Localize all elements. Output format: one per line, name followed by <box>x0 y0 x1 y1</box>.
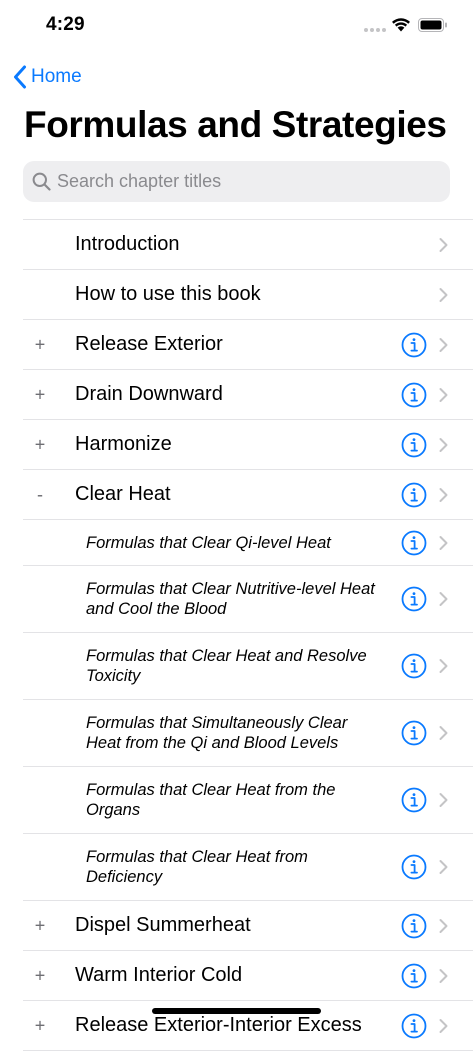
status-bar: 4:29 <box>0 0 473 50</box>
row-title: Formulas that Clear Qi-level Heat <box>86 533 331 552</box>
chevron-right-icon <box>439 918 448 933</box>
info-icon[interactable] <box>401 720 427 746</box>
expand-toggle[interactable]: + <box>33 915 47 936</box>
info-icon[interactable] <box>401 382 427 408</box>
info-icon[interactable] <box>401 787 427 813</box>
chapter-list: Introduction How to use this book + Rele… <box>23 219 473 1051</box>
row-title: Formulas that Clear Heat from Deficiency <box>86 848 308 886</box>
chevron-right-icon <box>439 860 448 874</box>
chevron-right-icon <box>439 487 448 502</box>
list-item-introduction[interactable]: Introduction <box>23 220 473 270</box>
info-icon[interactable] <box>401 432 427 458</box>
chevron-right-icon <box>439 659 448 673</box>
list-item-how-to-use[interactable]: How to use this book <box>23 270 473 320</box>
info-icon[interactable] <box>401 482 427 508</box>
cellular-signal-icon <box>364 28 386 32</box>
info-icon[interactable] <box>401 530 427 556</box>
info-icon[interactable] <box>401 963 427 989</box>
row-title: Harmonize <box>75 433 172 455</box>
list-item-warm-interior-cold[interactable]: + Warm Interior Cold <box>23 951 473 1001</box>
back-button[interactable]: Home <box>13 62 82 92</box>
list-item-harmonize[interactable]: + Harmonize <box>23 420 473 470</box>
list-item-clear-heat[interactable]: - Clear Heat <box>23 470 473 520</box>
chevron-right-icon <box>439 237 448 252</box>
chevron-right-icon <box>439 1018 448 1033</box>
chevron-right-icon <box>439 726 448 740</box>
list-item-sub-organs[interactable]: Formulas that Clear Heat from the Organs <box>23 767 473 834</box>
chevron-right-icon <box>439 387 448 402</box>
chevron-right-icon <box>439 535 448 550</box>
list-item-dispel-summerheat[interactable]: + Dispel Summerheat <box>23 901 473 951</box>
chevron-right-icon <box>439 968 448 983</box>
status-time: 4:29 <box>46 14 85 35</box>
list-item-sub-qi-level[interactable]: Formulas that Clear Qi-level Heat <box>23 520 473 566</box>
expand-toggle[interactable]: + <box>33 334 47 355</box>
row-title: Drain Downward <box>75 383 223 405</box>
collapse-toggle[interactable]: - <box>33 484 47 505</box>
wifi-icon <box>392 18 410 32</box>
info-icon[interactable] <box>401 854 427 880</box>
row-title: Formulas that Clear Heat from the Organs <box>86 781 336 819</box>
info-icon[interactable] <box>401 1013 427 1039</box>
chevron-left-icon <box>14 65 26 89</box>
row-title: Release Exterior <box>75 333 223 355</box>
chevron-right-icon <box>439 793 448 807</box>
info-icon[interactable] <box>401 653 427 679</box>
battery-icon <box>418 18 447 32</box>
list-item-sub-qi-and-blood[interactable]: Formulas that Simultaneously Clear Heat … <box>23 700 473 767</box>
row-title: Clear Heat <box>75 483 171 505</box>
list-item-sub-nutritive-level[interactable]: Formulas that Clear Nutritive-level Heat… <box>23 566 473 633</box>
chevron-right-icon <box>439 337 448 352</box>
row-title: Warm Interior Cold <box>75 964 243 986</box>
expand-toggle[interactable]: + <box>33 965 47 986</box>
info-icon[interactable] <box>401 332 427 358</box>
list-item-sub-deficiency[interactable]: Formulas that Clear Heat from Deficiency <box>23 834 473 901</box>
chevron-right-icon <box>439 287 448 302</box>
expand-toggle[interactable]: + <box>33 384 47 405</box>
info-icon[interactable] <box>401 586 427 612</box>
chevron-right-icon <box>439 437 448 452</box>
expand-toggle[interactable]: + <box>33 1015 47 1036</box>
row-title: Formulas that Simultaneously Clear Heat … <box>86 714 348 752</box>
chevron-right-icon <box>439 592 448 606</box>
row-title: Introduction <box>75 233 180 255</box>
row-title: Formulas that Clear Nutritive-level Heat… <box>86 580 375 618</box>
row-title: Formulas that Clear Heat and Resolve Tox… <box>86 647 367 685</box>
row-title: How to use this book <box>75 283 261 305</box>
search-bar[interactable] <box>23 161 450 202</box>
page-title: Formulas and Strategies <box>24 104 447 145</box>
back-button-label: Home <box>31 66 82 87</box>
expand-toggle[interactable]: + <box>33 434 47 455</box>
search-icon <box>32 172 51 191</box>
list-item-drain-downward[interactable]: + Drain Downward <box>23 370 473 420</box>
info-icon[interactable] <box>401 913 427 939</box>
list-item-release-exterior[interactable]: + Release Exterior <box>23 320 473 370</box>
row-title: Dispel Summerheat <box>75 914 251 936</box>
row-title: Release Exterior-Interior Excess <box>75 1014 362 1036</box>
search-input[interactable] <box>57 161 437 202</box>
home-indicator <box>152 1008 321 1014</box>
list-item-sub-resolve-toxicity[interactable]: Formulas that Clear Heat and Resolve Tox… <box>23 633 473 700</box>
